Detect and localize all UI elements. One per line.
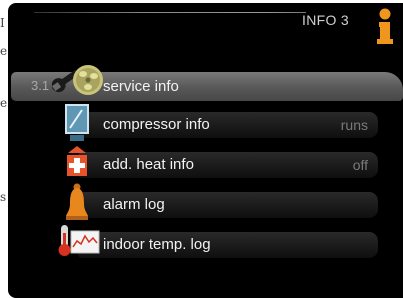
menu-item-status: runs (340, 117, 368, 133)
menu-item-add-heat-info[interactable]: add. heat info off (78, 152, 378, 178)
header-divider (34, 12, 306, 13)
info-icon (377, 8, 393, 44)
menu-item-status: off (352, 157, 368, 173)
display-screen: INFO 3 service info 3.1 compressor info … (8, 3, 403, 298)
side-char-4: s (0, 190, 7, 204)
compressor-icon (65, 104, 89, 141)
menu-item-label: compressor info (103, 116, 210, 133)
wrench-fan-icon (52, 65, 103, 95)
menu-item-indoor-temp-log[interactable]: indoor temp. log (78, 232, 378, 258)
menu-item-label: alarm log (103, 196, 165, 213)
menu-item-label: add. heat info (103, 156, 194, 173)
side-char-1: I (0, 16, 5, 30)
menu-item-number: 3.1 (31, 78, 50, 93)
menu-title: INFO 3 (302, 12, 349, 28)
add-heat-icon (67, 146, 87, 176)
menu-item-compressor-info[interactable]: compressor info runs (78, 112, 378, 138)
thermometer-graph-icon (58, 225, 100, 256)
side-char-3: e (0, 96, 8, 110)
menu-item-alarm-log[interactable]: alarm log (78, 192, 378, 218)
menu-item-label: service info (103, 78, 179, 95)
side-char-2: e (0, 44, 8, 58)
alarm-bell-icon (66, 183, 88, 220)
menu-item-label: indoor temp. log (103, 236, 211, 253)
